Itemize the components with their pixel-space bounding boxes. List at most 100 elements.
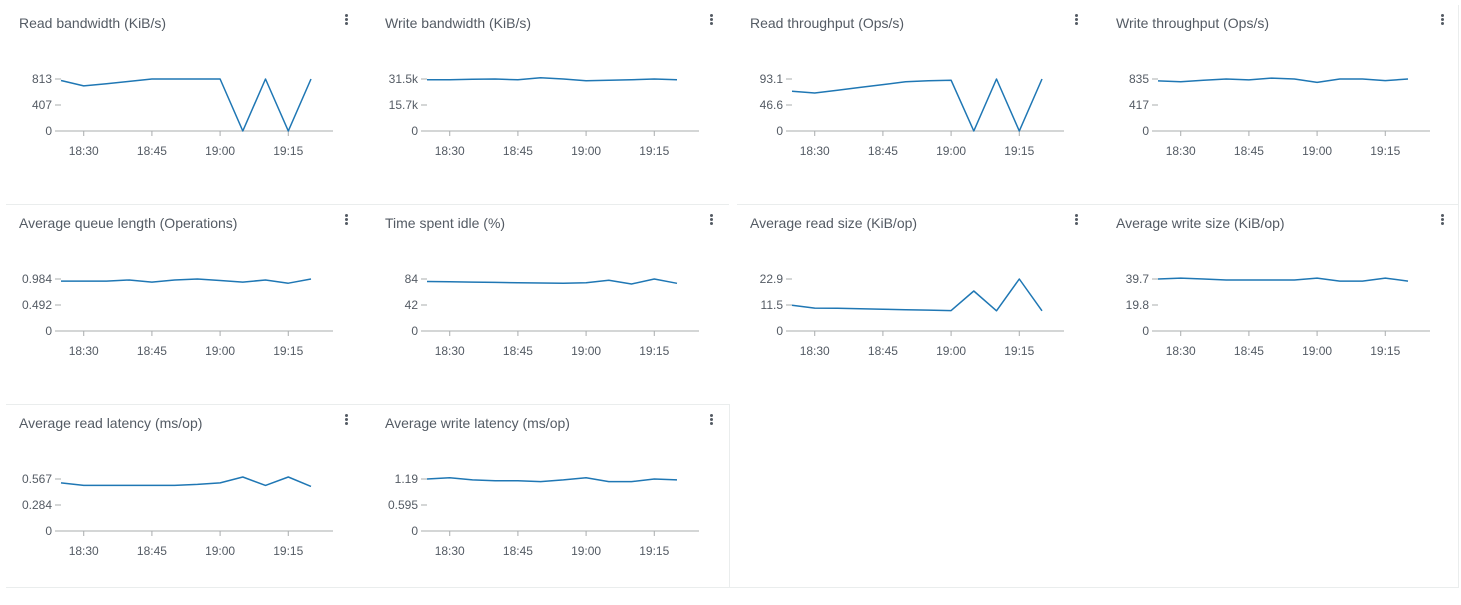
series-line[interactable] <box>61 278 312 284</box>
y-tick-label: 93.1 <box>760 72 784 86</box>
x-tick-label: 19:00 <box>205 344 235 358</box>
x-tick-label: 18:30 <box>800 344 830 358</box>
line-chart: 0 19.8 39.7 18:30 18:45 19:00 19:15 <box>1126 272 1430 358</box>
y-tick-label: 0 <box>411 124 418 138</box>
line-chart: 0 417 835 18:30 18:45 19:00 19:15 <box>1129 72 1430 158</box>
metric-widget: Average read size (KiB/op) 0 11.5 22.9 18:30… <box>737 205 1100 405</box>
x-tick-label: 19:15 <box>1004 144 1034 158</box>
metric-widget: Read bandwidth (KiB/s) 0 407 813 18:30 18:45 1… <box>6 5 369 205</box>
series-line[interactable] <box>426 476 678 483</box>
x-tick-label: 18:30 <box>69 144 99 158</box>
series-line[interactable] <box>791 278 1043 312</box>
y-tick-label: 813 <box>32 72 52 86</box>
x-tick-label: 18:45 <box>503 344 533 358</box>
metric-widget: Write bandwidth (KiB/s) 0 15.7k 31.5k 18:30 1… <box>372 5 735 205</box>
y-tick-label: 0 <box>45 524 52 538</box>
series-line[interactable] <box>1157 77 1409 84</box>
x-tick-label: 18:30 <box>69 544 99 558</box>
y-tick-label: 0 <box>1142 324 1149 338</box>
metric-widget: Time spent idle (%) 0 42 84 18:30 18:45 19:00 1… <box>372 205 735 405</box>
y-tick-label: 11.5 <box>761 298 784 312</box>
y-tick-label: 46.6 <box>760 98 784 112</box>
x-tick-label: 18:45 <box>137 344 167 358</box>
y-tick-label: 407 <box>32 98 52 112</box>
x-tick-label: 19:00 <box>1302 144 1332 158</box>
x-tick-label: 19:00 <box>1302 344 1332 358</box>
series-line[interactable] <box>60 476 312 488</box>
series-line[interactable] <box>791 78 1043 132</box>
x-tick-label: 19:00 <box>571 144 601 158</box>
line-chart: 0 42 84 18:30 18:45 19:00 19:15 <box>405 272 699 358</box>
y-tick-label: 0 <box>411 324 418 338</box>
x-tick-label: 19:00 <box>936 144 966 158</box>
x-tick-label: 19:15 <box>639 344 669 358</box>
y-tick-label: 0.492 <box>22 298 52 312</box>
x-tick-label: 18:30 <box>1166 144 1196 158</box>
y-tick-label: 0 <box>1142 124 1149 138</box>
y-tick-label: 0 <box>45 124 52 138</box>
line-chart: 0 407 813 18:30 18:45 19:00 19:15 <box>32 72 333 158</box>
line-chart: 0 46.6 93.1 18:30 18:45 19:00 19:15 <box>760 72 1064 158</box>
y-tick-label: 19.8 <box>1126 298 1150 312</box>
x-tick-label: 19:00 <box>936 344 966 358</box>
x-tick-label: 18:30 <box>435 544 465 558</box>
y-tick-label: 42 <box>405 298 419 312</box>
series-line[interactable] <box>427 76 678 82</box>
y-tick-label: 39.7 <box>1126 272 1150 286</box>
x-tick-label: 18:45 <box>868 144 898 158</box>
metric-widget: Average queue length (Operations) 0 0.492 0… <box>6 205 369 405</box>
x-tick-label: 18:45 <box>503 544 533 558</box>
x-tick-label: 18:45 <box>868 344 898 358</box>
x-tick-label: 19:15 <box>1370 144 1400 158</box>
y-tick-label: 1.19 <box>395 472 419 486</box>
y-tick-label: 0.284 <box>22 498 52 512</box>
x-tick-label: 19:15 <box>1370 344 1400 358</box>
x-tick-label: 19:15 <box>639 544 669 558</box>
x-tick-label: 18:30 <box>1166 344 1196 358</box>
y-tick-label: 22.9 <box>760 272 784 286</box>
x-tick-label: 19:15 <box>639 144 669 158</box>
x-tick-label: 19:15 <box>273 344 303 358</box>
line-chart: 0 0.284 0.567 18:30 18:45 19:00 19:15 <box>22 472 333 558</box>
x-tick-label: 19:15 <box>273 144 303 158</box>
y-tick-label: 0 <box>45 324 52 338</box>
x-tick-label: 18:45 <box>137 144 167 158</box>
y-tick-label: 0.595 <box>388 498 418 512</box>
x-tick-label: 18:45 <box>1234 344 1264 358</box>
y-tick-label: 0 <box>776 324 783 338</box>
line-chart: 0 11.5 22.9 18:30 18:45 19:00 19:15 <box>760 272 1064 358</box>
y-tick-label: 0 <box>776 124 783 138</box>
y-tick-label: 0.984 <box>22 272 52 286</box>
x-tick-label: 18:45 <box>137 544 167 558</box>
y-tick-label: 15.7k <box>389 98 419 112</box>
metric-widget: Average read latency (ms/op) 0 0.284 0.567 1… <box>6 405 369 605</box>
line-chart: 0 0.595 1.19 18:30 18:45 19:00 19:15 <box>388 472 699 558</box>
metric-widget: Average write size (KiB/op) 0 19.8 39.7 18:3… <box>1103 205 1461 405</box>
metric-widget: Average write latency (ms/op) 0 0.595 1.19 1… <box>372 405 735 605</box>
x-tick-label: 19:00 <box>571 544 601 558</box>
x-tick-label: 19:15 <box>273 544 303 558</box>
line-chart: 0 0.492 0.984 18:30 18:45 19:00 19:15 <box>22 272 333 358</box>
y-tick-label: 835 <box>1129 72 1149 86</box>
series-line[interactable] <box>60 78 312 132</box>
x-tick-label: 19:00 <box>205 544 235 558</box>
y-tick-label: 31.5k <box>389 72 419 86</box>
line-chart: 0 15.7k 31.5k 18:30 18:45 19:00 19:15 <box>389 72 699 158</box>
y-tick-label: 84 <box>405 272 419 286</box>
x-tick-label: 18:30 <box>69 344 99 358</box>
series-line[interactable] <box>426 278 678 285</box>
x-tick-label: 19:00 <box>571 344 601 358</box>
series-line[interactable] <box>1157 277 1409 282</box>
y-tick-label: 0.567 <box>22 472 52 486</box>
x-tick-label: 18:30 <box>435 344 465 358</box>
y-tick-label: 417 <box>1129 98 1149 112</box>
x-tick-label: 18:45 <box>503 144 533 158</box>
x-tick-label: 18:30 <box>435 144 465 158</box>
x-tick-label: 18:30 <box>800 144 830 158</box>
y-tick-label: 0 <box>411 524 418 538</box>
x-tick-label: 19:00 <box>205 144 235 158</box>
x-tick-label: 19:15 <box>1004 344 1034 358</box>
metric-widget: Write throughput (Ops/s) 0 417 835 18:30 18:4… <box>1103 5 1461 205</box>
metric-widget: Read throughput (Ops/s) 0 46.6 93.1 18:30 18:… <box>737 5 1100 205</box>
x-tick-label: 18:45 <box>1234 144 1264 158</box>
